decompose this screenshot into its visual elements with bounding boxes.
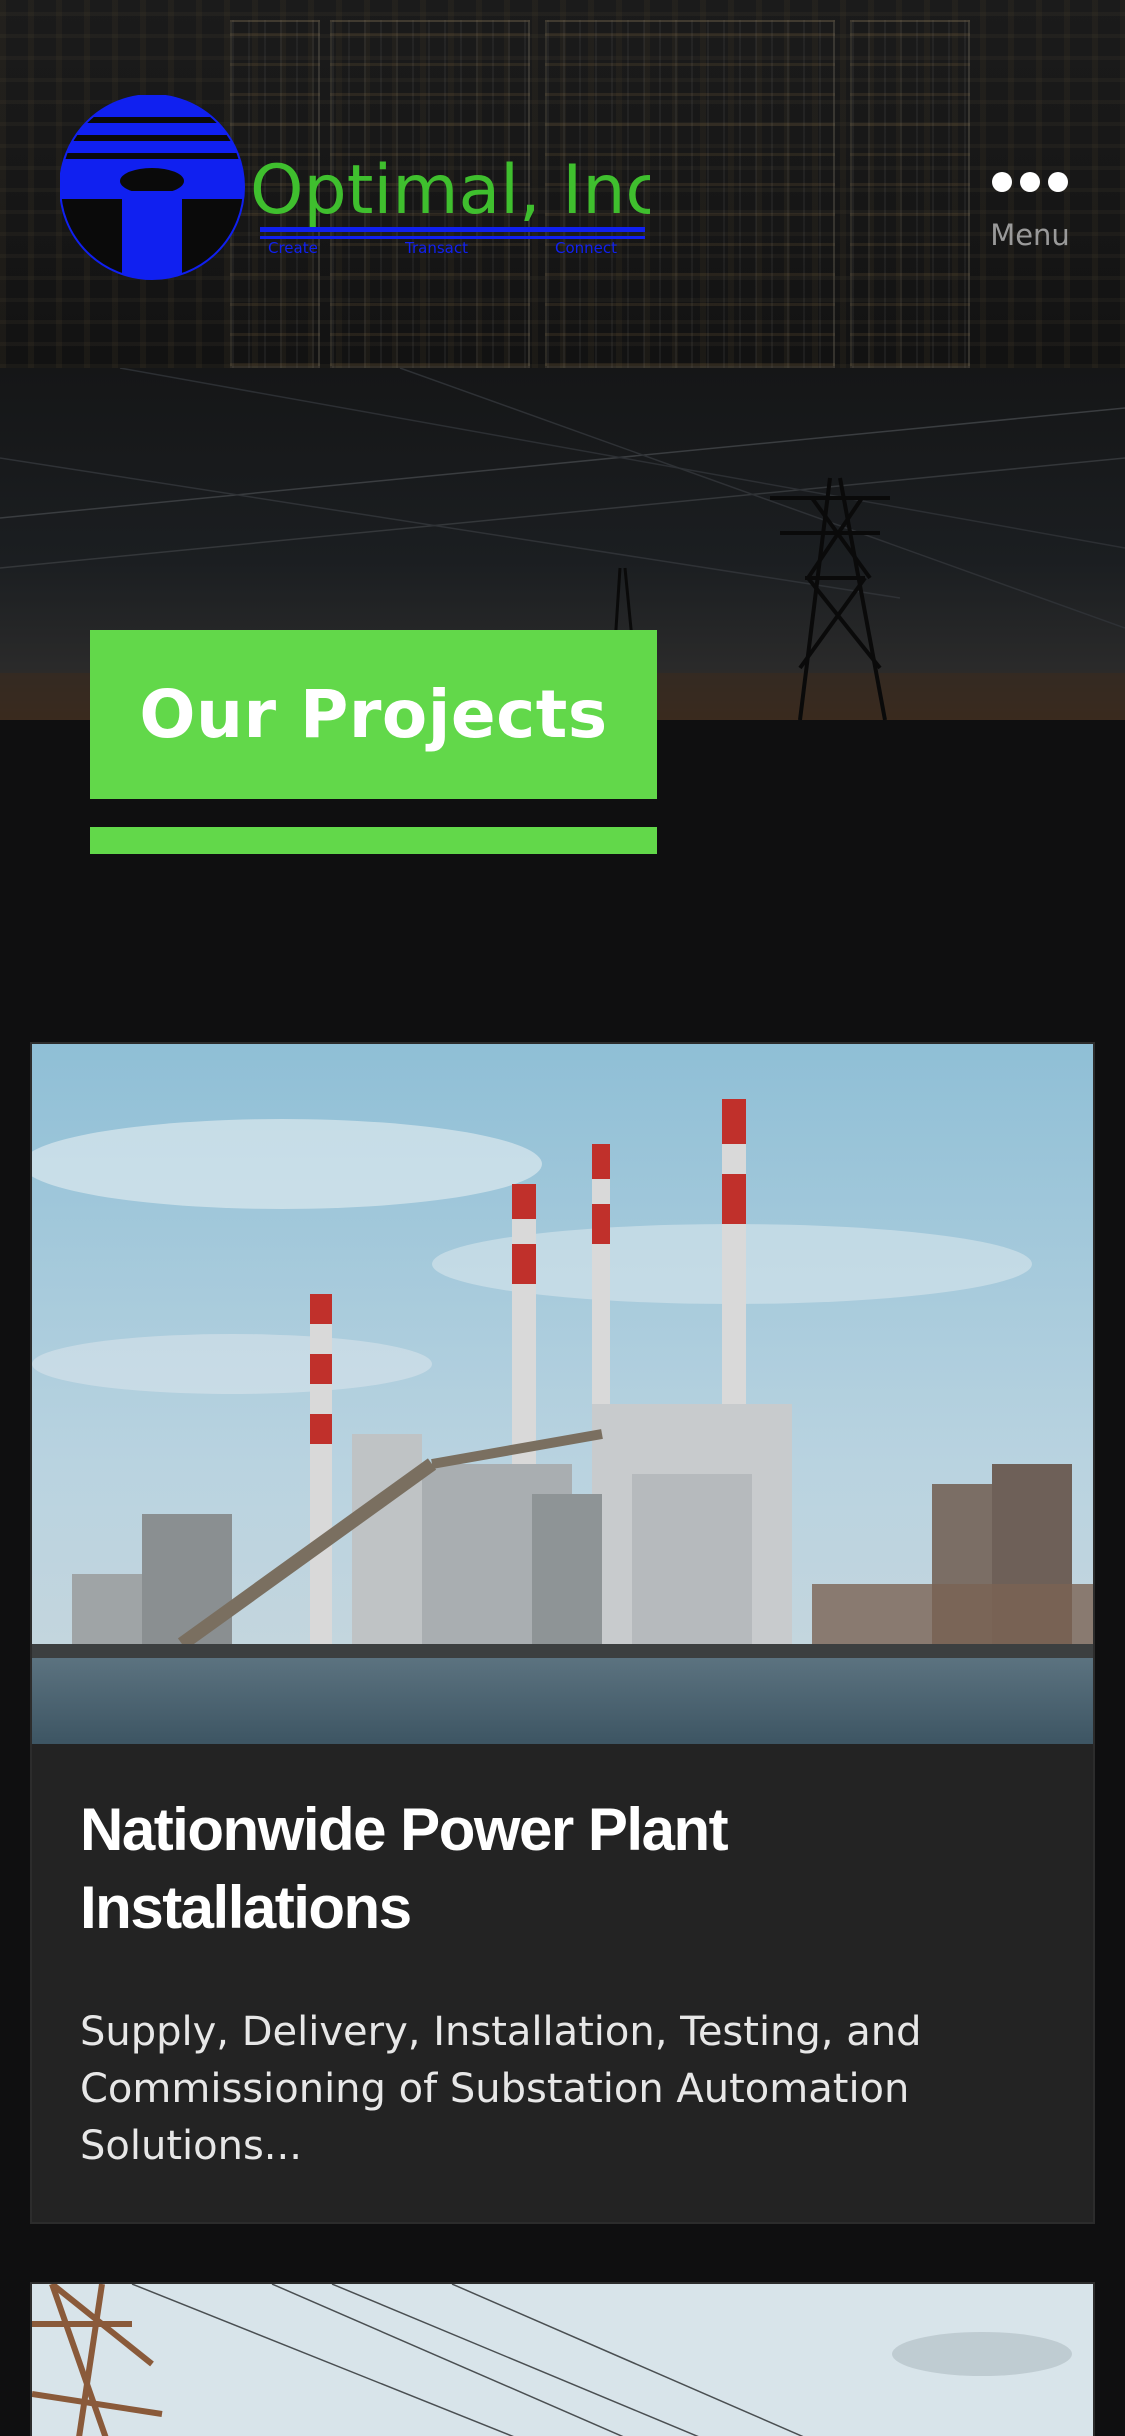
power-plant-photo — [32, 1044, 1093, 1744]
logo-tagline-create: Create — [268, 239, 318, 257]
site-header: Optimal, Inc Create Transact Connect Men… — [0, 0, 1125, 368]
project-description: Supply, Delivery, Installation, Testing,… — [80, 2009, 922, 2169]
page-title-box: Our Projects — [90, 630, 657, 799]
logo-tagline-connect: Connect — [555, 239, 617, 257]
power-lines-photo — [32, 2284, 1093, 2436]
logo-wordmark: Optimal, Inc — [250, 151, 650, 230]
server-rack-decoration — [850, 20, 970, 368]
ellipsis-icon — [992, 172, 1068, 192]
project-title[interactable]: Nationwide Power Plant Installations — [80, 1791, 980, 1947]
menu-label: Menu — [990, 218, 1070, 252]
site-logo[interactable]: Optimal, Inc Create Transact Connect — [59, 94, 663, 285]
project-card[interactable] — [30, 2282, 1095, 2436]
menu-button[interactable]: Menu — [975, 160, 1085, 280]
logo-tagline-transact: Transact — [404, 239, 468, 257]
page-title: Our Projects — [139, 676, 608, 753]
title-underline-bar — [90, 827, 657, 854]
project-card[interactable]: Nationwide Power Plant Installations Sup… — [30, 1042, 1095, 2224]
